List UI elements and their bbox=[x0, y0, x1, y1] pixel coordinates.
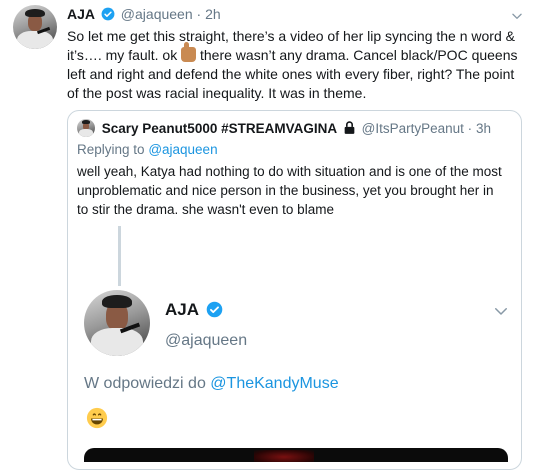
embedded-avatar bbox=[84, 290, 150, 356]
replying-label: Replying to bbox=[77, 142, 145, 157]
quoted-tweet-header: Scary Peanut5000 #STREAMVAGINA @ItsParty… bbox=[77, 119, 491, 137]
quoted-timestamp: 3h bbox=[475, 121, 491, 136]
quoted-tweet-text: well yeah, Katya had nothing to do with … bbox=[77, 164, 502, 217]
embedded-media bbox=[84, 448, 508, 462]
quoted-author-handle: @ItsPartyPeanut bbox=[361, 121, 464, 136]
embedded-reply-prefix: W odpowiedzi do bbox=[84, 375, 206, 392]
embedded-author-handle: @ajaqueen bbox=[165, 332, 248, 349]
lock-icon bbox=[344, 121, 355, 134]
thread-line bbox=[118, 226, 121, 286]
embedded-reply-line: W odpowiedzi do @TheKandyMuse bbox=[84, 375, 339, 393]
separator-dot: · bbox=[196, 6, 202, 22]
quoted-author-name: Scary Peanut5000 #STREAMVAGINA bbox=[101, 121, 338, 136]
author-handle[interactable]: @ajaqueen bbox=[121, 6, 193, 22]
replying-handle-link[interactable]: @ajaqueen bbox=[148, 142, 217, 157]
embedded-author-name: AJA bbox=[165, 300, 200, 319]
tweet-text: So let me get this straight, there’s a v… bbox=[67, 27, 522, 103]
author-name[interactable]: AJA bbox=[67, 6, 95, 22]
quoted-separator: · bbox=[467, 121, 473, 136]
timestamp[interactable]: 2h bbox=[205, 6, 221, 22]
chevron-down-icon bbox=[495, 308, 507, 315]
avatar[interactable] bbox=[13, 5, 57, 49]
tweet-header: AJA @ajaqueen · 2h bbox=[67, 6, 221, 22]
embedded-reply-handle: @TheKandyMuse bbox=[210, 375, 339, 392]
quoted-avatar bbox=[77, 119, 95, 137]
replying-to: Replying to @ajaqueen bbox=[77, 142, 218, 157]
embedded-name-row: AJA bbox=[165, 300, 223, 320]
thumbs-up-icon bbox=[181, 42, 197, 62]
grinning-face-icon bbox=[86, 407, 108, 429]
verified-badge-icon bbox=[101, 7, 115, 21]
verified-badge-icon bbox=[207, 301, 223, 318]
chevron-down-icon[interactable] bbox=[510, 9, 524, 23]
